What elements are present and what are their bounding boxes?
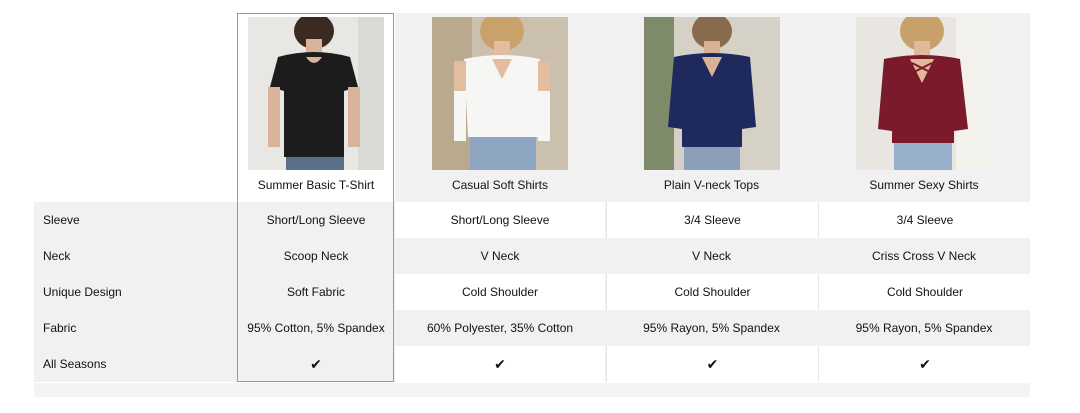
row-unique-design: Unique Design Soft Fabric Cold Shoulder … [34, 274, 1031, 310]
product-name[interactable]: Casual Soft Shirts [395, 178, 605, 192]
navy-vneck-top-photo[interactable] [644, 17, 780, 170]
black-tshirt-photo[interactable] [248, 17, 384, 170]
cell-fabric-1: 60% Polyester, 35% Cotton [426, 321, 574, 335]
cell-neck-2: V Neck [692, 249, 731, 263]
cell-design-1: Cold Shoulder [395, 274, 605, 310]
checkmark-icon: ✔ [818, 346, 1031, 382]
cell-design-3: Cold Shoulder [818, 274, 1031, 310]
row-label: Neck [43, 249, 71, 263]
cell-neck-1: V Neck [480, 249, 520, 263]
row-label: Unique Design [43, 285, 122, 299]
cell-sleeve-0: Short/Long Sleeve [266, 213, 366, 227]
checkmark-icon: ✔ [395, 346, 605, 382]
row-all-seasons: All Seasons ✔ ✔ ✔ ✔ [34, 346, 1031, 382]
table-footer-divider [34, 383, 1030, 397]
cell-neck-3: Criss Cross V Neck [871, 249, 976, 263]
burgundy-criss-cross-shirt-photo[interactable] [856, 17, 992, 170]
checkmark-icon: ✔ [310, 356, 322, 372]
row-sleeve: Sleeve Short/Long Sleeve Short/Long Slee… [34, 202, 1031, 238]
product-column-summer-basic-tshirt[interactable]: Summer Basic T-Shirt [238, 13, 394, 202]
cell-sleeve-1: Short/Long Sleeve [395, 202, 605, 238]
cell-fabric-0: 95% Cotton, 5% Spandex [247, 321, 385, 335]
cell-sleeve-2: 3/4 Sleeve [606, 202, 818, 238]
row-label: All Seasons [43, 357, 107, 371]
product-column-plain-vneck-tops[interactable]: Plain V-neck Tops [606, 13, 817, 202]
checkmark-icon: ✔ [606, 346, 818, 382]
cell-design-0: Soft Fabric [286, 285, 346, 299]
product-image-3 [856, 17, 992, 170]
cell-design-2: Cold Shoulder [606, 274, 818, 310]
product-column-summer-sexy-shirts[interactable]: Summer Sexy Shirts [818, 13, 1030, 202]
row-fabric: Fabric 95% Cotton, 5% Spandex 60% Polyes… [34, 310, 1030, 346]
cell-fabric-2: 95% Rayon, 5% Spandex [643, 321, 780, 335]
row-label: Sleeve [43, 213, 80, 227]
product-image-1 [432, 17, 568, 170]
comparison-table: Summer Basic T-Shirt Casual Soft Shirts [0, 0, 1080, 413]
row-neck: Neck Scoop Neck V Neck V Neck Criss Cros… [34, 238, 1030, 274]
cell-sleeve-3: 3/4 Sleeve [818, 202, 1031, 238]
product-column-casual-soft-shirts[interactable]: Casual Soft Shirts [395, 13, 605, 202]
product-image-2 [644, 17, 780, 170]
white-cold-shoulder-shirt-photo[interactable] [432, 17, 568, 170]
cell-fabric-3: 95% Rayon, 5% Spandex [855, 321, 993, 335]
product-image-0 [248, 17, 384, 170]
cell-neck-0: Scoop Neck [283, 249, 349, 263]
row-label: Fabric [43, 321, 77, 335]
product-name[interactable]: Summer Sexy Shirts [818, 178, 1030, 192]
product-name[interactable]: Plain V-neck Tops [606, 178, 817, 192]
product-name[interactable]: Summer Basic T-Shirt [238, 178, 394, 192]
